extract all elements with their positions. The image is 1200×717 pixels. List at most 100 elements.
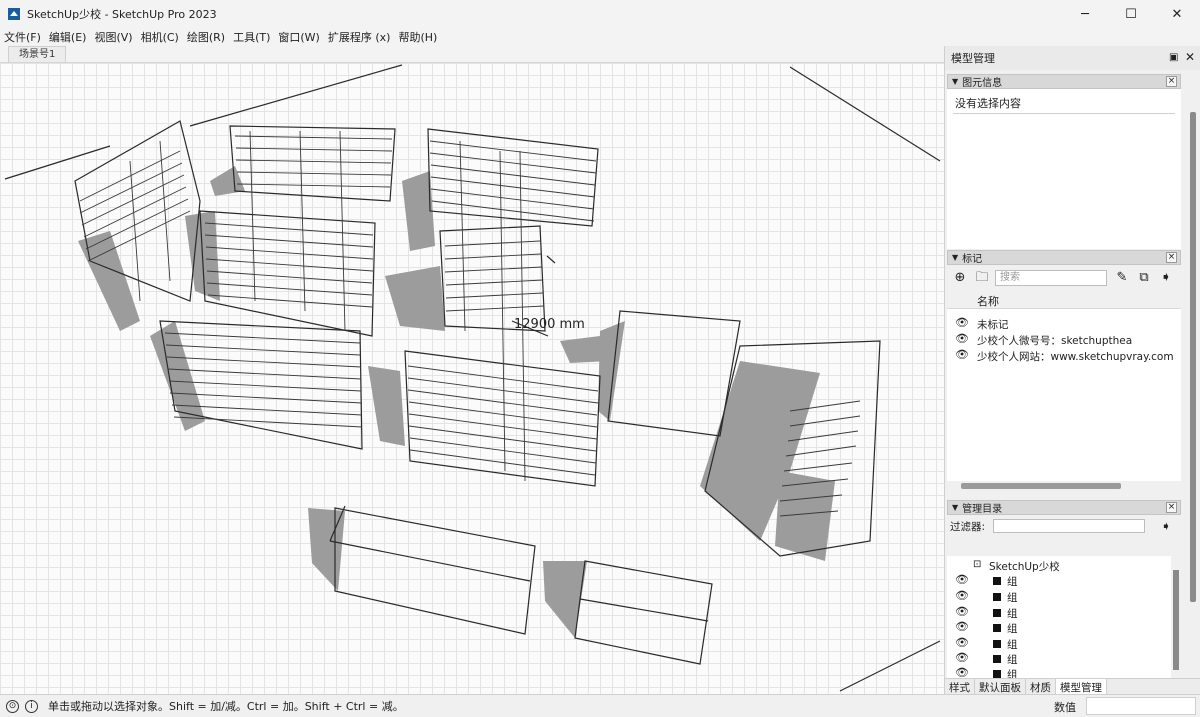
tag-row[interactable]: 👁 少校个人网站：www.sketchupvray.com bbox=[947, 348, 1181, 364]
panel-close-icon[interactable]: × bbox=[1166, 502, 1177, 513]
tags-toolbar: ⊕ 🗀 搜索 ✎ ⧉ ➧ bbox=[947, 265, 1181, 291]
menu-help[interactable]: 帮助(H) bbox=[394, 29, 441, 45]
tags-header[interactable]: ▼ 标记 × bbox=[947, 250, 1181, 265]
measurements-input[interactable] bbox=[1086, 697, 1196, 715]
group-name: 组 bbox=[1007, 576, 1018, 588]
scene-tab-strip: 场景号1 bbox=[0, 46, 944, 62]
tags-column-header: 名称 bbox=[947, 291, 1181, 309]
list-item[interactable]: 👁 组 bbox=[947, 605, 1169, 621]
collapse-triangle-icon: ▼ bbox=[952, 77, 959, 86]
panel-close-icon[interactable]: × bbox=[1166, 76, 1177, 87]
group-name: 组 bbox=[1007, 639, 1018, 651]
shadows bbox=[78, 166, 835, 638]
model-icon: ⊡ bbox=[973, 559, 982, 570]
menu-edit[interactable]: 编辑(E) bbox=[45, 29, 91, 45]
info-icon[interactable]: i bbox=[25, 699, 38, 713]
menu-tools[interactable]: 工具(T) bbox=[229, 29, 274, 45]
window-controls: ─ ☐ ✕ bbox=[1062, 0, 1200, 28]
tray-close-icon[interactable]: ✕ bbox=[1185, 50, 1195, 64]
menu-bar: 文件(F) 编辑(E) 视图(V) 相机(C) 绘图(R) 工具(T) 窗口(W… bbox=[0, 28, 1200, 46]
list-item[interactable]: 👁 组 bbox=[947, 573, 1169, 589]
tab-styles[interactable]: 样式 bbox=[945, 679, 975, 694]
menu-file[interactable]: 文件(F) bbox=[0, 29, 45, 45]
group-name: 组 bbox=[1007, 608, 1018, 620]
outliner-list: ⊡ SketchUp少校 👁 组 👁 组 👁 组 👁 组 👁 组 👁 组 👁 组 bbox=[947, 556, 1181, 678]
filter-input[interactable] bbox=[993, 519, 1145, 533]
details-arrow-icon[interactable]: ➧ bbox=[1161, 519, 1171, 533]
group-name: 组 bbox=[1007, 654, 1018, 666]
group-icon bbox=[993, 577, 1001, 585]
close-button[interactable]: ✕ bbox=[1154, 0, 1200, 28]
tag-row[interactable]: 👁 未标记 bbox=[947, 316, 1181, 332]
tag-name: 少校个人微号号：sketchupthea bbox=[977, 335, 1133, 347]
model-viewport[interactable]: 12900 mm bbox=[0, 62, 944, 694]
eye-icon[interactable]: 👁 bbox=[955, 348, 969, 361]
tag-icon[interactable]: ⧉ bbox=[1137, 271, 1151, 285]
status-message: 单击或拖动以选择对象。Shift = 加/减。Ctrl = 加。Shift + … bbox=[48, 700, 404, 713]
outliner-root[interactable]: ⊡ SketchUp少校 bbox=[947, 558, 1169, 574]
list-item[interactable]: 👁 组 bbox=[947, 620, 1169, 636]
group-name: 组 bbox=[1007, 669, 1018, 678]
divider bbox=[953, 113, 1175, 114]
list-item[interactable]: 👁 组 bbox=[947, 589, 1169, 605]
group-icon bbox=[993, 624, 1001, 632]
column-name: 名称 bbox=[977, 295, 999, 308]
measurements-label: 数值 bbox=[1054, 701, 1076, 714]
eye-icon[interactable]: 👁 bbox=[955, 605, 969, 618]
tab-materials[interactable]: 材质 bbox=[1026, 679, 1056, 694]
panel-close-icon[interactable]: × bbox=[1166, 252, 1177, 263]
title-bar: SketchUp少校 - SketchUp Pro 2023 ─ ☐ ✕ bbox=[0, 0, 1200, 28]
tray-tabs: 样式 默认面板 材质 模型管理 bbox=[945, 678, 1200, 694]
window-title: SketchUp少校 - SketchUp Pro 2023 bbox=[27, 8, 217, 21]
tags-body: ⊕ 🗀 搜索 ✎ ⧉ ➧ 名称 👁 未标记 👁 少校个人微号号：sketchup… bbox=[947, 265, 1181, 491]
horizontal-scrollbar[interactable] bbox=[947, 481, 1181, 491]
menu-camera[interactable]: 相机(C) bbox=[137, 29, 183, 45]
entity-info-header[interactable]: ▼ 图元信息 × bbox=[947, 74, 1181, 89]
model-sketch bbox=[4, 64, 941, 692]
tag-row[interactable]: 👁 少校个人微号号：sketchupthea bbox=[947, 332, 1181, 348]
eye-icon[interactable]: 👁 bbox=[955, 332, 969, 345]
add-folder-icon[interactable]: 🗀 bbox=[975, 271, 989, 285]
group-icon bbox=[993, 640, 1001, 648]
scene-tab[interactable]: 场景号1 bbox=[8, 46, 67, 62]
eye-icon[interactable]: 👁 bbox=[955, 651, 969, 664]
list-item[interactable]: 👁 组 bbox=[947, 636, 1169, 652]
group-icon bbox=[993, 593, 1001, 601]
menu-view[interactable]: 视图(V) bbox=[90, 29, 136, 45]
tray-title: 模型管理 bbox=[951, 52, 995, 65]
eye-icon[interactable]: 👁 bbox=[955, 620, 969, 633]
eye-icon[interactable]: 👁 bbox=[955, 589, 969, 602]
eye-icon[interactable]: 👁 bbox=[955, 316, 969, 329]
geolocation-icon[interactable]: ⊙ bbox=[6, 699, 19, 713]
menu-draw[interactable]: 绘图(R) bbox=[183, 29, 229, 45]
filter-label: 过滤器: bbox=[950, 521, 986, 533]
tray-header: 模型管理 ▣ ✕ bbox=[945, 46, 1200, 70]
entity-info-title: 图元信息 bbox=[962, 78, 1003, 89]
vertical-scrollbar[interactable] bbox=[1171, 556, 1181, 678]
group-name: 组 bbox=[1007, 623, 1018, 635]
tab-default-tray[interactable]: 默认面板 bbox=[975, 679, 1026, 694]
list-item[interactable]: 👁 组 bbox=[947, 651, 1169, 667]
list-item[interactable]: 👁 组 bbox=[947, 666, 1169, 678]
eye-icon[interactable]: 👁 bbox=[955, 573, 969, 586]
tag-search-input[interactable]: 搜索 bbox=[995, 270, 1107, 286]
menu-window[interactable]: 窗口(W) bbox=[274, 29, 323, 45]
outliner-header[interactable]: ▼ 管理目录 × bbox=[947, 500, 1181, 515]
details-arrow-icon[interactable]: ➧ bbox=[1159, 271, 1173, 285]
maximize-button[interactable]: ☐ bbox=[1108, 0, 1154, 28]
minimize-button[interactable]: ─ bbox=[1062, 0, 1108, 28]
pin-icon[interactable]: ▣ bbox=[1169, 52, 1179, 64]
tab-model-manager[interactable]: 模型管理 bbox=[1056, 679, 1107, 694]
add-tag-icon[interactable]: ⊕ bbox=[953, 271, 967, 285]
pencil-icon[interactable]: ✎ bbox=[1115, 271, 1129, 285]
eye-icon[interactable]: 👁 bbox=[955, 666, 969, 678]
group-icon bbox=[993, 655, 1001, 663]
group-icon bbox=[993, 670, 1001, 678]
tray-scrollbar[interactable] bbox=[1188, 108, 1198, 602]
eye-icon[interactable]: 👁 bbox=[955, 636, 969, 649]
group-icon bbox=[993, 609, 1001, 617]
menu-extensions[interactable]: 扩展程序 (x) bbox=[324, 29, 395, 45]
tag-name: 未标记 bbox=[977, 319, 1009, 331]
entity-info-body: 没有选择内容 bbox=[947, 89, 1181, 249]
collapse-triangle-icon: ▼ bbox=[952, 253, 959, 262]
